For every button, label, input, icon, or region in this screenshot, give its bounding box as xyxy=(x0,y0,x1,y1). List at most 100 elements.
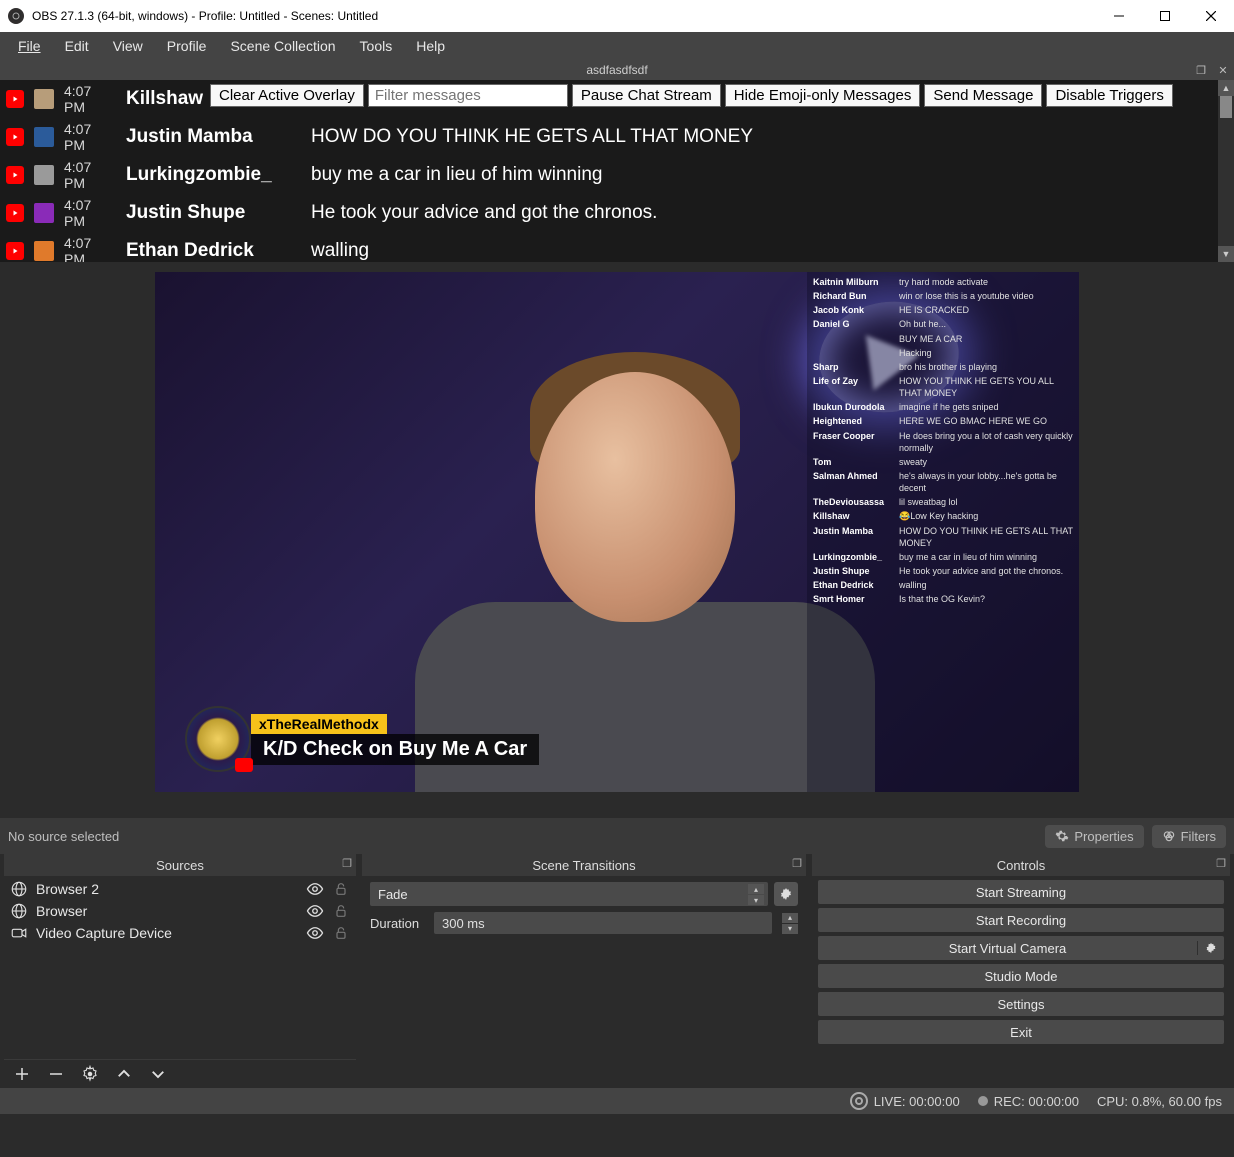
remove-source-button[interactable] xyxy=(46,1064,66,1084)
scroll-thumb[interactable] xyxy=(1220,96,1232,118)
overlay-chat-row: Richard Bunwin or lose this is a youtube… xyxy=(813,290,1073,302)
filter-messages-input[interactable] xyxy=(368,84,568,107)
visibility-toggle[interactable] xyxy=(306,880,324,898)
overlay-chat-row: HeightenedHERE WE GO BMAC HERE WE GO xyxy=(813,415,1073,427)
context-bar: No source selected Properties Filters xyxy=(0,818,1234,854)
duration-spin-up[interactable]: ▴ xyxy=(782,913,798,923)
duration-spin-down[interactable]: ▾ xyxy=(782,924,798,934)
overlay-chat-username: Heightened xyxy=(813,415,893,427)
menu-view[interactable]: View xyxy=(101,34,155,58)
start-streaming-button[interactable]: Start Streaming xyxy=(818,880,1224,904)
chat-dock-title-label: asdfasdfsdf xyxy=(586,63,647,77)
status-bar: LIVE: 00:00:00 REC: 00:00:00 CPU: 0.8%, … xyxy=(0,1088,1234,1114)
transition-select[interactable]: Fade ▴ ▾ xyxy=(370,882,768,906)
lock-toggle[interactable] xyxy=(332,880,350,898)
source-row[interactable]: Browser 2 xyxy=(4,878,356,900)
filters-label: Filters xyxy=(1181,829,1216,844)
no-source-label: No source selected xyxy=(8,829,1037,844)
duration-input[interactable]: 300 ms xyxy=(434,912,772,934)
platform-youtube-icon xyxy=(6,242,24,260)
source-row[interactable]: Browser xyxy=(4,900,356,922)
overlay-chat-text: try hard mode activate xyxy=(899,276,1073,288)
lock-toggle[interactable] xyxy=(332,924,350,942)
scroll-up-button[interactable]: ▲ xyxy=(1218,80,1234,96)
menu-tools[interactable]: Tools xyxy=(348,34,405,58)
platform-youtube-icon xyxy=(6,128,24,146)
dock-close-button[interactable]: ✕ xyxy=(1212,60,1234,80)
exit-button[interactable]: Exit xyxy=(818,1020,1224,1044)
preview-area: Kaitnin Milburntry hard mode activate Ric… xyxy=(0,262,1234,818)
pause-chat-button[interactable]: Pause Chat Stream xyxy=(572,84,721,107)
overlay-chat-row: Smrt HomerIs that the OG Kevin? xyxy=(813,593,1073,605)
chat-message-list: 4:07 PMKillshaw4:07 PMJustin MambaHOW DO… xyxy=(0,80,1234,262)
transition-spin-down[interactable]: ▾ xyxy=(748,895,764,905)
move-source-down-button[interactable] xyxy=(148,1064,168,1084)
chat-message-row[interactable]: 4:07 PMJustin MambaHOW DO YOU THINK HE G… xyxy=(0,118,1234,156)
overlay-chat-text: Is that the OG Kevin? xyxy=(899,593,1073,605)
chat-message-row[interactable]: 4:07 PMEthan Dedrickwalling xyxy=(0,232,1234,262)
filters-button[interactable]: Filters xyxy=(1152,825,1226,848)
menu-edit[interactable]: Edit xyxy=(53,34,101,58)
menu-scene-collection[interactable]: Scene Collection xyxy=(218,34,347,58)
overlay-chat-text: win or lose this is a youtube video xyxy=(899,290,1073,302)
preview-canvas[interactable]: Kaitnin Milburntry hard mode activate Ric… xyxy=(155,272,1079,792)
overlay-chat-text: he's always in your lobby...he's gotta b… xyxy=(899,470,1073,494)
move-source-up-button[interactable] xyxy=(114,1064,134,1084)
overlay-chat-row: Jacob KonkHE IS CRACKED xyxy=(813,304,1073,316)
user-avatar xyxy=(34,165,54,185)
overlay-chat-username xyxy=(813,347,893,359)
source-settings-button[interactable] xyxy=(80,1064,100,1084)
menu-file[interactable]: File xyxy=(6,34,53,58)
menu-help[interactable]: Help xyxy=(404,34,457,58)
overlay-chat-username: Ethan Dedrick xyxy=(813,579,893,591)
status-live: LIVE: 00:00:00 xyxy=(850,1092,960,1110)
add-source-button[interactable] xyxy=(12,1064,32,1084)
scroll-down-button[interactable]: ▼ xyxy=(1218,246,1234,262)
window-title: OBS 27.1.3 (64-bit, windows) - Profile: … xyxy=(32,9,1096,23)
menu-profile[interactable]: Profile xyxy=(155,34,219,58)
transitions-popout-button[interactable]: ❐ xyxy=(792,857,802,870)
overlay-chat-text: sweaty xyxy=(899,456,1073,468)
globe-icon xyxy=(10,880,28,898)
source-name: Browser 2 xyxy=(36,881,298,897)
window-close-button[interactable] xyxy=(1188,0,1234,32)
overlay-chat: Kaitnin Milburntry hard mode activate Ric… xyxy=(807,272,1079,792)
overlay-chat-text: bro his brother is playing xyxy=(899,361,1073,373)
send-message-button[interactable]: Send Message xyxy=(924,84,1042,107)
transition-settings-button[interactable] xyxy=(774,882,798,906)
chat-scrollbar[interactable]: ▲ ▼ xyxy=(1218,80,1234,262)
transition-spin-up[interactable]: ▴ xyxy=(748,884,764,894)
overlay-chat-username: Lurkingzombie_ xyxy=(813,551,893,563)
visibility-toggle[interactable] xyxy=(306,902,324,920)
source-row[interactable]: Video Capture Device xyxy=(4,922,356,944)
disable-triggers-button[interactable]: Disable Triggers xyxy=(1046,84,1172,107)
start-virtual-camera-button[interactable]: Start Virtual Camera xyxy=(818,936,1224,960)
controls-popout-button[interactable]: ❐ xyxy=(1216,857,1226,870)
virtual-camera-settings-button[interactable] xyxy=(1197,941,1224,955)
message-time: 4:07 PM xyxy=(64,159,116,191)
clear-overlay-button[interactable]: Clear Active Overlay xyxy=(210,84,364,107)
source-name: Browser xyxy=(36,903,298,919)
chat-message-row[interactable]: 4:07 PMLurkingzombie_buy me a car in lie… xyxy=(0,156,1234,194)
chat-message-row[interactable]: 4:07 PMJustin ShupeHe took your advice a… xyxy=(0,194,1234,232)
message-time: 4:07 PM xyxy=(64,121,116,153)
overlay-chat-row: Daniel GOh but he... xyxy=(813,318,1073,330)
overlay-chat-row: Kaitnin Milburntry hard mode activate xyxy=(813,276,1073,288)
properties-button[interactable]: Properties xyxy=(1045,825,1143,848)
sources-popout-button[interactable]: ❐ xyxy=(342,857,352,870)
dock-popout-button[interactable]: ❐ xyxy=(1190,60,1212,80)
sources-toolbar xyxy=(4,1059,356,1088)
overlay-chat-text: buy me a car in lieu of him winning xyxy=(899,551,1073,563)
overlay-chat-username: Justin Mamba xyxy=(813,525,893,549)
visibility-toggle[interactable] xyxy=(306,924,324,942)
start-recording-button[interactable]: Start Recording xyxy=(818,908,1224,932)
window-minimize-button[interactable] xyxy=(1096,0,1142,32)
window-maximize-button[interactable] xyxy=(1142,0,1188,32)
overlay-chat-text: Oh but he... xyxy=(899,318,1073,330)
message-username: Justin Mamba xyxy=(126,126,301,148)
studio-mode-button[interactable]: Studio Mode xyxy=(818,964,1224,988)
lock-toggle[interactable] xyxy=(332,902,350,920)
overlay-chat-username: Fraser Cooper xyxy=(813,430,893,454)
hide-emoji-button[interactable]: Hide Emoji-only Messages xyxy=(725,84,921,107)
settings-button[interactable]: Settings xyxy=(818,992,1224,1016)
